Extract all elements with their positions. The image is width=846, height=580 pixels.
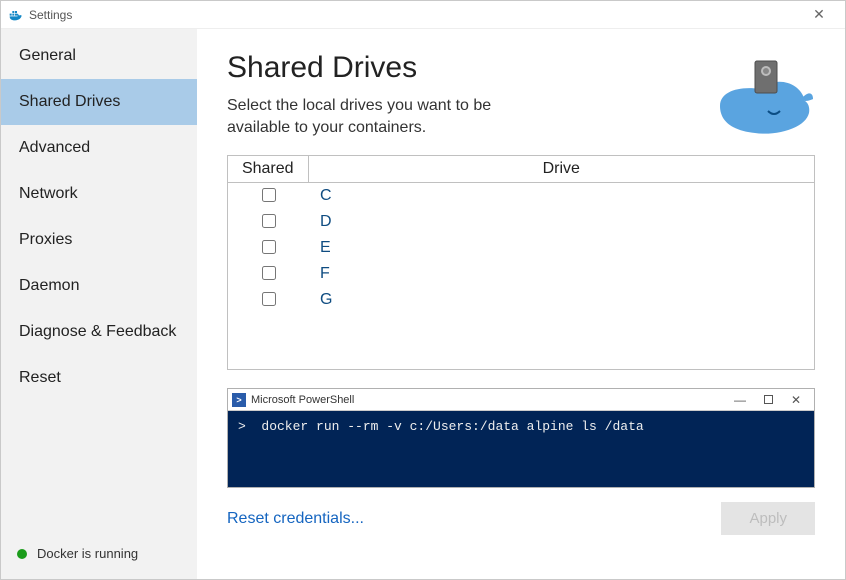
drive-letter: D	[308, 209, 814, 235]
content-pane: Shared Drives Select the local drives yo…	[197, 29, 845, 579]
powershell-icon: >	[232, 393, 246, 407]
footer: Reset credentials... Apply	[227, 502, 815, 535]
sidebar-item-label: Proxies	[19, 231, 72, 248]
sidebar-list: General Shared Drives Advanced Network P…	[1, 33, 197, 534]
table-row: G	[228, 287, 814, 313]
page-subtitle: Select the local drives you want to be a…	[227, 95, 547, 138]
column-header-drive: Drive	[308, 156, 814, 183]
sidebar: General Shared Drives Advanced Network P…	[1, 29, 197, 579]
powershell-preview: > Microsoft PowerShell — ✕ > docker run …	[227, 388, 815, 488]
drive-checkbox-f[interactable]	[262, 266, 276, 280]
powershell-title: Microsoft PowerShell	[251, 394, 354, 406]
window-title: Settings	[29, 8, 799, 22]
window-close-button[interactable]: ✕	[799, 6, 839, 23]
sidebar-item-label: Advanced	[19, 139, 90, 156]
sidebar-item-advanced[interactable]: Advanced	[1, 125, 197, 171]
sidebar-item-label: Daemon	[19, 277, 79, 294]
table-row: F	[228, 261, 814, 287]
sidebar-item-label: Diagnose & Feedback	[19, 323, 176, 340]
apply-button[interactable]: Apply	[721, 502, 815, 535]
page-title: Shared Drives	[227, 51, 705, 85]
window-titlebar: Settings ✕	[1, 1, 845, 29]
powershell-maximize-button[interactable]	[754, 393, 782, 407]
sidebar-item-shared-drives[interactable]: Shared Drives	[1, 79, 197, 125]
sidebar-item-diagnose-feedback[interactable]: Diagnose & Feedback	[1, 309, 197, 355]
docker-whale-icon	[7, 7, 23, 23]
sidebar-item-label: Network	[19, 185, 78, 202]
sidebar-item-label: General	[19, 47, 76, 64]
sidebar-item-general[interactable]: General	[1, 33, 197, 79]
docker-whale-logo	[705, 51, 815, 141]
drive-checkbox-g[interactable]	[262, 292, 276, 306]
sidebar-item-label: Reset	[19, 369, 61, 386]
status-text: Docker is running	[37, 546, 138, 561]
status-bar: Docker is running	[1, 534, 197, 579]
page-header: Shared Drives Select the local drives yo…	[227, 51, 815, 141]
drive-letter: G	[308, 287, 814, 313]
powershell-titlebar: > Microsoft PowerShell — ✕	[228, 389, 814, 411]
table-row: C	[228, 183, 814, 210]
sidebar-item-daemon[interactable]: Daemon	[1, 263, 197, 309]
drive-letter: F	[308, 261, 814, 287]
sidebar-item-network[interactable]: Network	[1, 171, 197, 217]
drive-checkbox-d[interactable]	[262, 214, 276, 228]
window-body: General Shared Drives Advanced Network P…	[1, 29, 845, 579]
status-dot-icon	[17, 549, 27, 559]
sidebar-item-proxies[interactable]: Proxies	[1, 217, 197, 263]
settings-window: Settings ✕ General Shared Drives Advance…	[0, 0, 846, 580]
drives-table: Shared Drive C D	[228, 156, 814, 313]
drive-checkbox-c[interactable]	[262, 188, 276, 202]
drive-letter: E	[308, 235, 814, 261]
drives-table-wrap: Shared Drive C D	[227, 155, 815, 370]
drive-checkbox-e[interactable]	[262, 240, 276, 254]
reset-credentials-link[interactable]: Reset credentials...	[227, 510, 364, 528]
powershell-minimize-button[interactable]: —	[726, 393, 754, 407]
sidebar-item-label: Shared Drives	[19, 93, 120, 110]
table-row: E	[228, 235, 814, 261]
column-header-shared: Shared	[228, 156, 308, 183]
powershell-close-button[interactable]: ✕	[782, 393, 810, 407]
powershell-body: > docker run --rm -v c:/Users:/data alpi…	[228, 411, 814, 487]
sidebar-item-reset[interactable]: Reset	[1, 355, 197, 401]
drive-letter: C	[308, 183, 814, 210]
table-row: D	[228, 209, 814, 235]
